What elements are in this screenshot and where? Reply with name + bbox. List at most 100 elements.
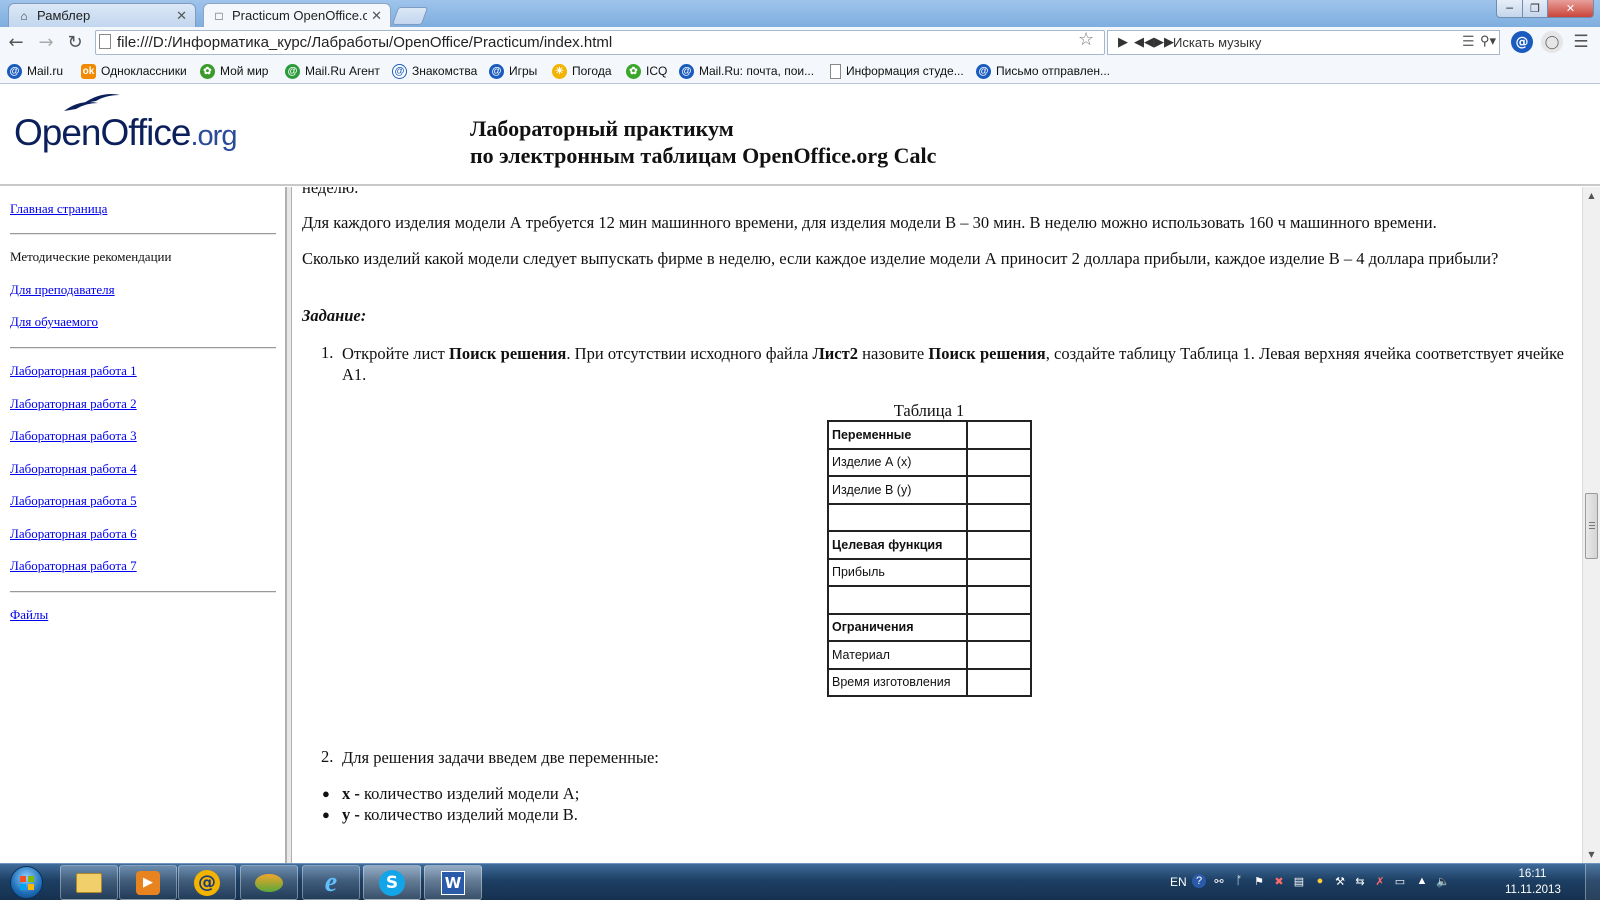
- start-button[interactable]: [10, 866, 43, 899]
- bookmark-mailru[interactable]: @ Mail.ru: [7, 62, 63, 80]
- tab-label: Practicum OpenOffice.org: [232, 8, 368, 23]
- music-search-input[interactable]: Искать музыку: [1173, 31, 1261, 54]
- bookmark-star-icon[interactable]: ☆: [1078, 29, 1094, 50]
- bullet-item: y - количество изделий модели В.: [342, 804, 1564, 825]
- table-cell-value: [966, 640, 1032, 670]
- action-center-flag-icon[interactable]: ⚑: [1252, 874, 1266, 888]
- network-icon[interactable]: ⚯: [1212, 874, 1226, 888]
- language-indicator[interactable]: EN: [1170, 875, 1187, 889]
- internet-explorer-taskbar-button[interactable]: e: [302, 865, 360, 900]
- close-tab-icon[interactable]: ✕: [371, 8, 382, 24]
- table-cell-value: [966, 502, 1032, 532]
- tab-practicum[interactable]: □ Practicum OpenOffice.org ✕: [203, 3, 391, 27]
- frame-splitter[interactable]: [287, 187, 292, 863]
- bookmark-student-info[interactable]: Информация студе...: [830, 62, 964, 80]
- sidebar-link-lab-6[interactable]: Лабораторная работа 6: [10, 526, 137, 542]
- icq-icon: ✿: [626, 63, 641, 79]
- close-window-button[interactable]: ✕: [1547, 0, 1594, 18]
- back-icon[interactable]: ←: [3, 30, 29, 54]
- play-icon[interactable]: ▶: [1118, 34, 1128, 50]
- volume-icon[interactable]: 🔈: [1436, 874, 1450, 888]
- antivirus-icon[interactable]: ●: [1313, 874, 1327, 888]
- bookmark-odnoklassniki[interactable]: ok Одноклассники: [81, 62, 187, 80]
- chrome-taskbar-button[interactable]: [240, 865, 298, 900]
- previous-track-icon[interactable]: ◀◀: [1134, 34, 1154, 50]
- sidebar-link-files[interactable]: Файлы: [10, 607, 48, 623]
- address-bar[interactable]: file:///D:/Информатика_курс/Лабработы/Op…: [95, 30, 1105, 55]
- word-taskbar-button[interactable]: W: [424, 865, 482, 900]
- sidebar-link-lab-1[interactable]: Лабораторная работа 1: [10, 363, 137, 379]
- bookmark-label: Письмо отправлен...: [996, 64, 1110, 78]
- moimir-icon: ✿: [200, 63, 215, 79]
- internet-explorer-icon: e: [324, 866, 338, 898]
- task-step-2: Для решения задачи введем две переменные…: [342, 748, 659, 767]
- clock-time: 16:11: [1518, 868, 1547, 880]
- sidebar-divider: [10, 347, 276, 349]
- media-player-taskbar-button[interactable]: ▶: [119, 865, 177, 900]
- explorer-taskbar-button[interactable]: [60, 865, 118, 900]
- menu-lines-icon[interactable]: ☰: [1462, 33, 1475, 50]
- maximize-button[interactable]: ❐: [1522, 0, 1548, 18]
- sidebar-link-lab-3[interactable]: Лабораторная работа 3: [10, 428, 137, 444]
- close-tab-icon[interactable]: ✕: [176, 8, 187, 24]
- bookmark-letter-sent[interactable]: @ Письмо отправлен...: [976, 62, 1110, 80]
- scroll-up-arrow-icon[interactable]: ▲: [1583, 187, 1600, 204]
- step-text: назовите: [857, 344, 929, 363]
- weather-icon: ☀: [552, 63, 567, 79]
- minimize-button[interactable]: ─: [1496, 0, 1523, 18]
- table-row: Изделие А (x): [827, 447, 1032, 477]
- scroll-down-arrow-icon[interactable]: ▼: [1583, 846, 1600, 863]
- system-clock[interactable]: 16:11 11.11.2013: [1505, 866, 1561, 898]
- skype-taskbar-button[interactable]: S: [363, 865, 421, 900]
- signal-icon[interactable]: ▲: [1415, 874, 1429, 888]
- word-icon: W: [441, 870, 465, 895]
- sidebar-link-lab-5[interactable]: Лабораторная работа 5: [10, 493, 137, 509]
- scrollbar-thumb[interactable]: [1585, 493, 1598, 559]
- problem-paragraph-1: Для каждого изделия модели А требуется 1…: [302, 213, 1437, 232]
- agent-extension-icon[interactable]: ◯: [1541, 31, 1563, 53]
- mailru-agent-taskbar-button[interactable]: @: [178, 865, 236, 900]
- show-desktop-button[interactable]: [1585, 864, 1600, 900]
- new-tab-button[interactable]: [391, 7, 429, 25]
- bookmark-weather[interactable]: ☀ Погода: [552, 62, 612, 80]
- table-cell-label: Время изготовления: [827, 667, 968, 697]
- sidebar-link-teacher[interactable]: Для преподавателя: [10, 282, 115, 298]
- sidebar-link-student[interactable]: Для обучаемого: [10, 314, 98, 330]
- sidebar-link-lab-7[interactable]: Лабораторная работа 7: [10, 558, 137, 574]
- logo-text: OpenOffice: [14, 112, 191, 153]
- network-disconnected-icon[interactable]: ✗: [1373, 874, 1387, 888]
- window-title-bar: ⌂ Рамблер ✕ □ Practicum OpenOffice.org ✕…: [0, 0, 1600, 27]
- clock-date: 11.11.2013: [1505, 884, 1561, 896]
- bookmark-icq[interactable]: ✿ ICQ: [626, 62, 667, 80]
- bookmark-znakomstva[interactable]: @ Знакомства: [392, 62, 477, 80]
- tab-rambler[interactable]: ⌂ Рамблер ✕: [8, 3, 196, 27]
- display-icon[interactable]: ▤: [1292, 874, 1306, 888]
- sidebar-link-lab-4[interactable]: Лабораторная работа 4: [10, 461, 137, 477]
- task-step-1: Откройте лист Поиск решения. При отсутст…: [342, 343, 1564, 385]
- table-cell-value: [966, 667, 1032, 697]
- table-cell-value: [966, 475, 1032, 505]
- bookmark-mailru-agent[interactable]: @ Mail.Ru Агент: [285, 62, 380, 80]
- tool-icon[interactable]: ⚒: [1333, 874, 1347, 888]
- mailru-extension-icon[interactable]: @: [1511, 31, 1533, 53]
- music-search-bar[interactable]: ▶ ◀◀ ▶▶ Искать музыку ☰ ⚲▾: [1107, 30, 1500, 55]
- sidebar-link-lab-2[interactable]: Лабораторная работа 2: [10, 396, 137, 412]
- table-cell-value: [966, 530, 1032, 560]
- reload-icon[interactable]: ↻: [62, 30, 88, 54]
- next-track-icon[interactable]: ▶▶: [1154, 34, 1174, 50]
- forward-icon[interactable]: →: [33, 30, 59, 54]
- search-icon[interactable]: ⚲▾: [1480, 33, 1496, 49]
- security-icon[interactable]: ✖: [1272, 874, 1286, 888]
- sidebar-link-home[interactable]: Главная страница: [10, 201, 107, 217]
- bookmark-games[interactable]: @ Игры: [489, 62, 537, 80]
- list-number: 2.: [321, 747, 334, 766]
- bookmark-label: Mail.Ru Агент: [305, 64, 380, 78]
- bluetooth-icon[interactable]: ᚩ: [1232, 874, 1246, 888]
- battery-icon[interactable]: ▭: [1393, 874, 1407, 888]
- help-icon[interactable]: ?: [1192, 874, 1206, 888]
- sync-icon[interactable]: ⇆: [1353, 874, 1367, 888]
- vertical-scrollbar[interactable]: ▲ ▼: [1582, 187, 1600, 863]
- wrench-menu-icon[interactable]: ☰: [1570, 31, 1592, 53]
- bookmark-moimir[interactable]: ✿ Мой мир: [200, 62, 268, 80]
- bookmark-mailru-mail[interactable]: @ Mail.Ru: почта, пои...: [679, 62, 814, 80]
